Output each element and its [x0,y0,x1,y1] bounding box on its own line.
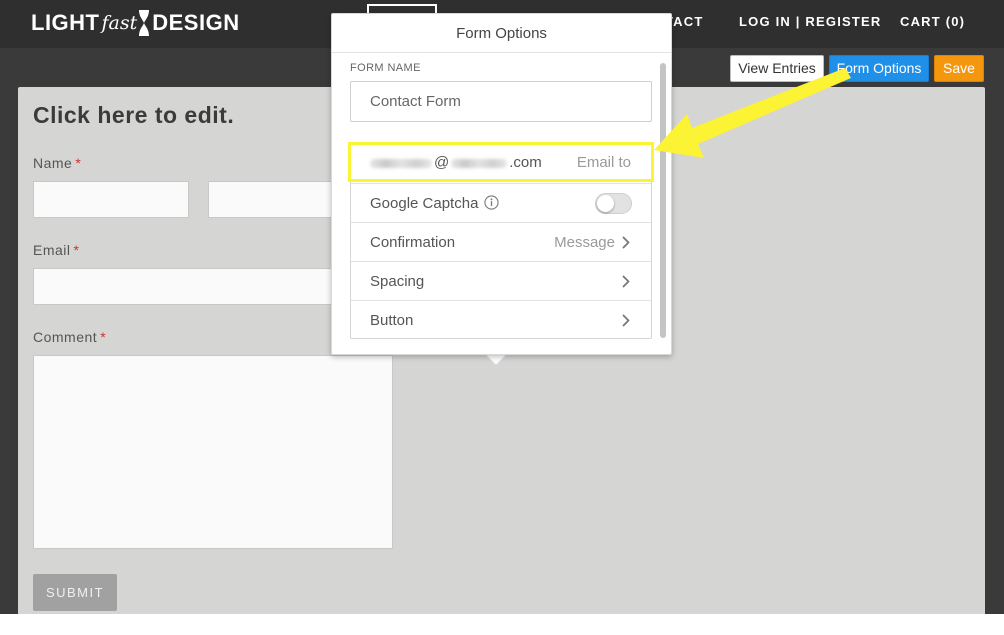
form-title[interactable]: Click here to edit. [33,102,234,129]
save-button[interactable]: Save [934,55,984,82]
captcha-toggle[interactable] [595,193,632,214]
option-spacing[interactable]: Spacing [351,261,651,300]
nav-item-login-register[interactable]: LOG IN | REGISTER [739,14,882,29]
submit-button[interactable]: SUBMIT [33,574,117,611]
chevron-right-icon [622,236,630,249]
required-marker: * [75,155,82,171]
arrow-icon [654,68,851,158]
required-marker: * [100,329,107,345]
required-marker: * [73,242,80,258]
logo-text-fast: fast [101,12,138,34]
form-name-label: FORM NAME [350,62,421,74]
info-icon[interactable] [484,195,500,210]
email-label-text: Email [33,242,71,258]
name-label-text: Name [33,155,73,171]
popover-title: Form Options [332,14,671,53]
chevron-right-icon [622,314,630,327]
email-field-label: Email * [33,242,79,258]
first-name-input[interactable] [33,181,189,218]
email-highlight-box [348,142,654,182]
option-confirmation[interactable]: Confirmation Message [351,222,651,261]
captcha-label-text: Google Captcha [370,195,479,212]
comment-label-text: Comment [33,329,98,345]
chevron-right-icon [622,275,630,288]
confirmation-label: Confirmation [370,234,456,251]
email-input[interactable] [33,268,348,305]
site-logo[interactable]: LIGHT fast DESIGN [31,6,240,40]
comment-field-label: Comment * [33,329,106,345]
confirmation-value: Message [554,234,615,251]
hourglass-icon [139,10,150,36]
button-label: Button [370,312,414,329]
option-button[interactable]: Button [351,300,651,339]
comment-textarea[interactable] [33,355,393,549]
logo-text-light: LIGHT [31,10,100,35]
nav-item-cart[interactable]: CART (0) [900,14,965,29]
logo-text-design: DESIGN [152,10,240,35]
spacing-label: Spacing [370,273,425,290]
toggle-knob [597,195,614,212]
captcha-label: Google Captcha [370,184,500,223]
name-field-label: Name * [33,155,81,171]
option-google-captcha: Google Captcha [351,183,651,222]
last-name-input[interactable] [208,181,348,218]
form-name-input[interactable]: Contact Form [350,81,652,122]
